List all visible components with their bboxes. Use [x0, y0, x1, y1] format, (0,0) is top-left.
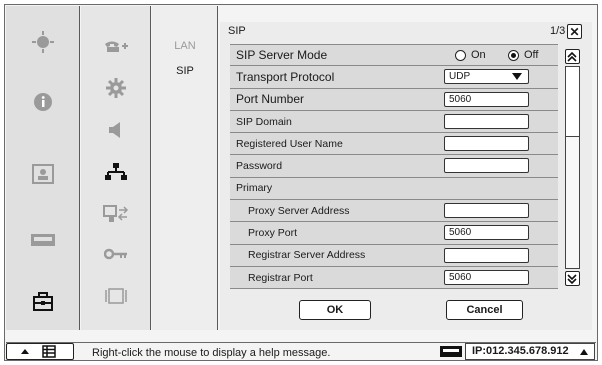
settings-list: SIP Server Mode On Off Transport Protoco… — [230, 44, 558, 290]
info-icon[interactable] — [6, 80, 80, 124]
gear-icon[interactable] — [81, 68, 151, 108]
transport-protocol-value: UDP — [449, 71, 471, 83]
row-sip-server-mode: SIP Server Mode On Off — [230, 44, 558, 67]
transport-protocol-select[interactable]: UDP — [444, 69, 529, 85]
sip-server-mode-off-radio[interactable] — [508, 50, 519, 61]
display-icon — [440, 346, 462, 357]
submenu: LAN SIP — [152, 6, 218, 330]
scrollbar-track[interactable] — [565, 66, 580, 269]
submenu-item-lan[interactable]: LAN — [152, 40, 218, 52]
proxy-port-label: Proxy Port — [248, 227, 298, 240]
cancel-button[interactable]: Cancel — [446, 300, 523, 320]
scroll-down-button[interactable] — [565, 271, 580, 286]
close-icon: ✕ — [569, 24, 580, 39]
frame-icon[interactable] — [81, 276, 151, 316]
double-chevron-down-icon — [567, 274, 577, 285]
key-icon[interactable] — [81, 234, 151, 274]
network-icon[interactable] — [81, 152, 151, 192]
row-port-number: Port Number 5060 — [230, 88, 558, 111]
registered-user-name-label: Registered User Name — [236, 137, 343, 150]
phone-icon[interactable] — [81, 26, 151, 66]
registrar-server-address-label: Registrar Server Address — [248, 249, 366, 262]
registrar-port-label: Registrar Port — [248, 271, 313, 284]
registrar-port-field[interactable]: 5060 — [444, 269, 529, 285]
double-chevron-up-icon — [567, 51, 577, 62]
row-password: Password — [230, 155, 558, 178]
row-registered-user-name: Registered User Name — [230, 133, 558, 156]
sip-domain-label: SIP Domain — [236, 115, 292, 128]
menu-toggle-button[interactable] — [6, 343, 74, 360]
page-title: SIP — [228, 25, 246, 37]
speaker-icon[interactable] — [81, 110, 151, 150]
row-primary: Primary — [230, 177, 558, 201]
proxy-server-address-label: Proxy Server Address — [248, 204, 350, 217]
row-proxy-server-address: Proxy Server Address — [230, 200, 558, 223]
row-proxy-port: Proxy Port 5060 — [230, 222, 558, 245]
ip-address-text: IP:012.345.678.912 — [472, 345, 569, 357]
menu-toggle-icon — [21, 345, 56, 358]
scroll-up-button[interactable] — [565, 49, 580, 64]
registrar-server-address-field[interactable] — [444, 247, 529, 263]
row-sip-domain: SIP Domain — [230, 110, 558, 134]
sip-server-mode-off-label: Off — [524, 49, 539, 61]
chevron-up-icon — [580, 349, 588, 355]
chevron-down-icon — [512, 73, 522, 81]
display-icon[interactable] — [6, 218, 80, 262]
sip-server-mode-on-radio[interactable] — [455, 50, 466, 61]
ok-button[interactable]: OK — [299, 300, 371, 320]
sip-server-mode-label: SIP Server Mode — [236, 48, 328, 63]
registered-user-name-field[interactable] — [444, 136, 529, 152]
port-number-label: Port Number — [236, 92, 305, 107]
subcategory-sidebar — [81, 6, 151, 330]
camera-control-icon[interactable] — [6, 20, 80, 64]
row-registrar-port: Registrar Port 5060 — [230, 266, 558, 290]
scrollbar-thumb[interactable] — [566, 67, 579, 137]
password-field[interactable] — [444, 158, 529, 174]
picture-icon[interactable] — [6, 152, 80, 196]
device-swap-icon[interactable] — [81, 194, 151, 234]
proxy-server-address-field[interactable] — [444, 203, 529, 219]
submenu-item-sip[interactable]: SIP — [152, 65, 218, 77]
row-registrar-server-address: Registrar Server Address — [230, 244, 558, 267]
transport-protocol-label: Transport Protocol — [236, 69, 335, 84]
sip-domain-field[interactable] — [444, 113, 529, 129]
proxy-port-field[interactable]: 5060 — [444, 225, 529, 241]
port-number-field[interactable]: 5060 — [444, 91, 529, 107]
primary-section-label: Primary — [236, 182, 273, 195]
row-transport-protocol: Transport Protocol UDP — [230, 66, 558, 89]
sip-server-mode-on-label: On — [471, 49, 486, 61]
category-sidebar — [6, 6, 80, 330]
ip-address-display[interactable]: IP:012.345.678.912 — [465, 343, 595, 360]
page-indicator: 1/3 — [550, 25, 566, 37]
toolbox-icon[interactable] — [6, 280, 80, 324]
status-message: Right-click the mouse to display a help … — [92, 347, 331, 359]
close-button[interactable]: ✕ — [567, 24, 582, 39]
password-label: Password — [236, 160, 283, 173]
